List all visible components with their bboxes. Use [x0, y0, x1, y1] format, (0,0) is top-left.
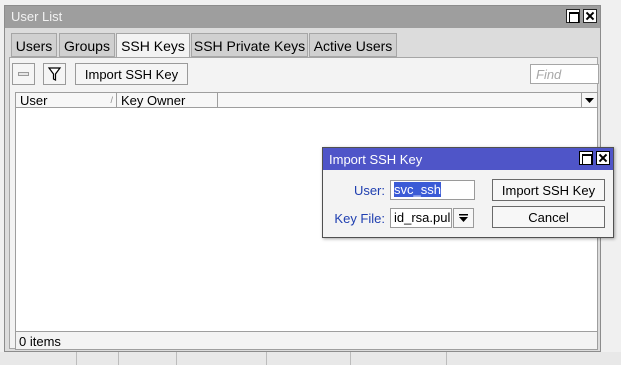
filter-button[interactable] [43, 63, 66, 85]
sort-icon: / [110, 95, 113, 105]
column-header-user[interactable]: User / [16, 93, 117, 108]
user-label: User: [353, 183, 385, 198]
chevron-down-icon [585, 98, 594, 103]
window-titlebar[interactable]: User List [5, 6, 600, 28]
remove-button[interactable] [12, 63, 35, 85]
tab-active-users[interactable]: Active Users [309, 33, 397, 57]
key-file-label: Key File: [334, 211, 385, 226]
maximize-icon[interactable] [566, 9, 580, 23]
remove-icon [18, 72, 29, 76]
column-chooser-button[interactable] [581, 93, 597, 108]
window-title: User List [11, 9, 63, 24]
tab-groups[interactable]: Groups [59, 33, 115, 57]
key-file-select[interactable]: id_rsa.pul [390, 208, 452, 228]
key-file-dropdown-button[interactable] [453, 208, 474, 228]
find-input[interactable]: Find [530, 64, 599, 84]
item-count: 0 items [19, 334, 61, 349]
user-field[interactable]: svc_ssh [390, 180, 475, 200]
chevron-down-icon [459, 214, 468, 222]
column-header-key-owner[interactable]: Key Owner [117, 93, 218, 108]
tab-ssh-keys[interactable]: SSH Keys [116, 33, 190, 58]
import-ssh-key-dialog: Import SSH Key User: svc_ssh Key File: i… [322, 147, 614, 238]
key-file-value: id_rsa.pul [394, 210, 451, 225]
dialog-close-icon[interactable] [596, 151, 610, 165]
dialog-titlebar[interactable]: Import SSH Key [323, 148, 613, 170]
dialog-cancel-button[interactable]: Cancel [492, 206, 605, 228]
dialog-maximize-icon[interactable] [579, 151, 593, 165]
user-field-value: svc_ssh [394, 182, 441, 197]
status-bar: 0 items [15, 331, 598, 350]
close-icon[interactable] [583, 9, 597, 23]
background-taskbar-strip [0, 352, 621, 365]
tab-ssh-private-keys[interactable]: SSH Private Keys [191, 33, 308, 57]
table-header: User / Key Owner [15, 92, 598, 108]
filter-icon [47, 67, 62, 81]
import-ssh-key-button[interactable]: Import SSH Key [75, 63, 188, 85]
dialog-import-button[interactable]: Import SSH Key [492, 179, 605, 201]
tab-users[interactable]: Users [11, 33, 57, 57]
dialog-title: Import SSH Key [329, 152, 423, 167]
